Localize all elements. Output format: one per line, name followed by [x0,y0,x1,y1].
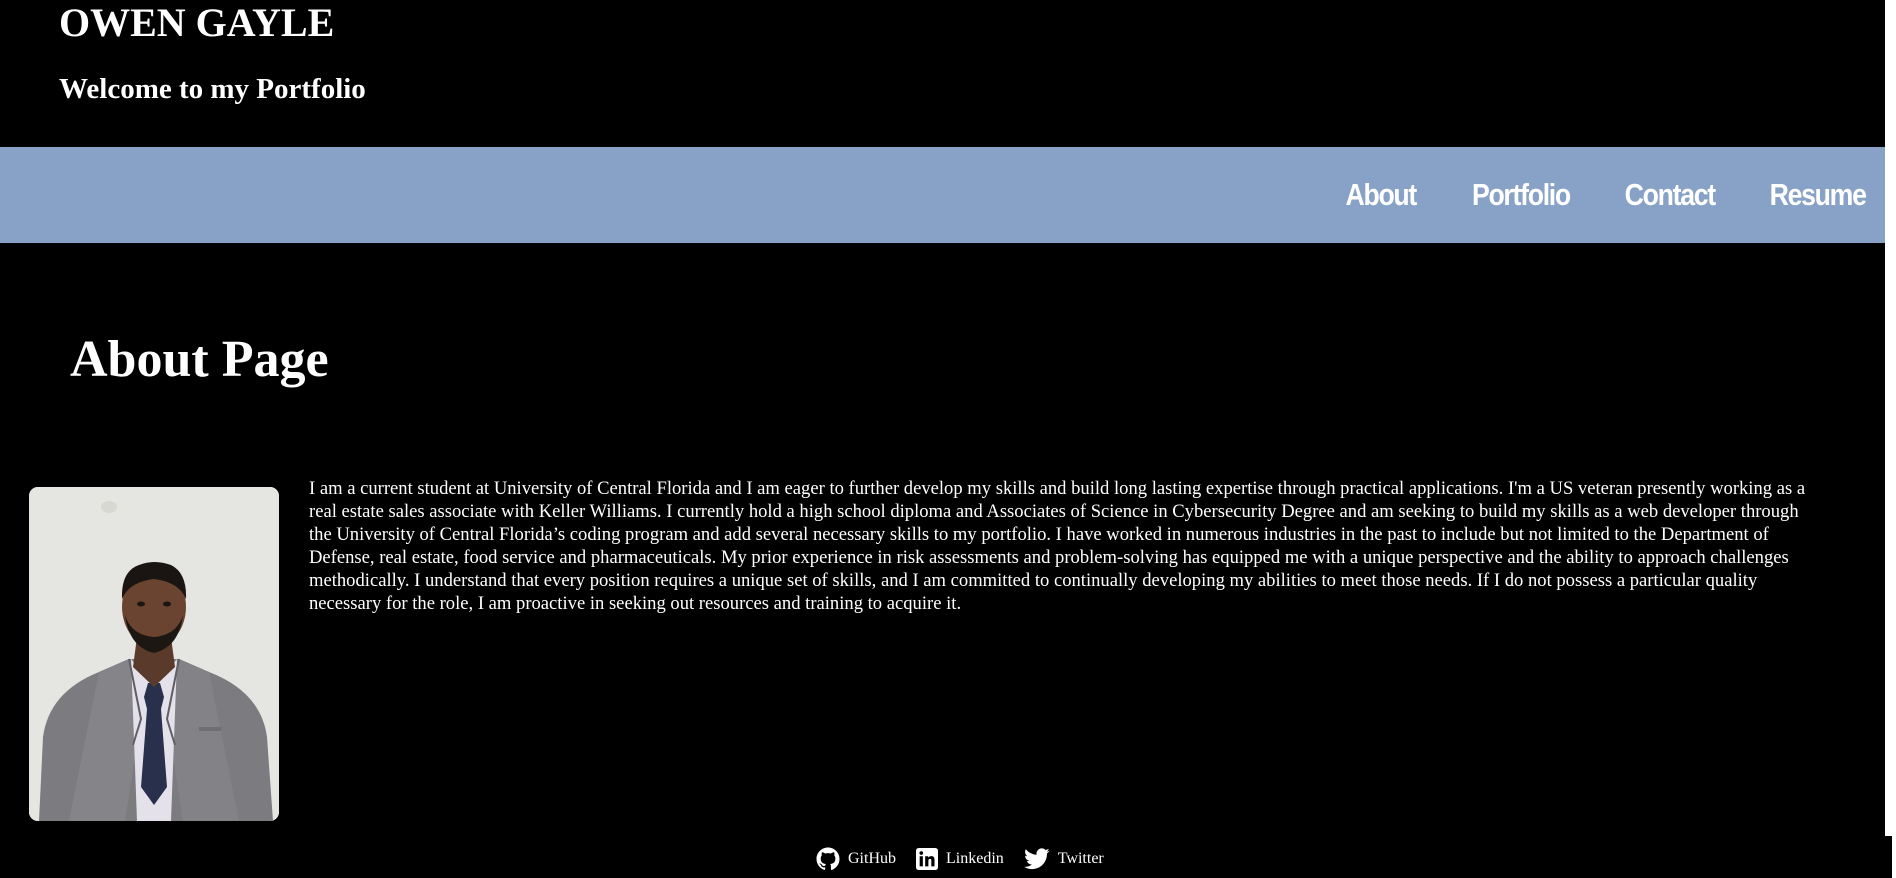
nav-link-resume[interactable]: Resume [1770,177,1867,213]
linkedin-icon [916,848,938,870]
nav-links: About Portfolio Contact Resume [1334,147,1867,243]
twitter-label: Twitter [1057,850,1104,867]
nav-link-about[interactable]: About [1345,177,1417,213]
page-heading: About Page [70,331,329,388]
about-text: I am a current student at University of … [309,478,1806,614]
twitter-icon [1023,848,1050,870]
github-icon [816,847,840,871]
nav-link-contact[interactable]: Contact [1624,177,1715,213]
footer: GitHub Linkedin Twitter [816,845,1104,873]
nav-bar: About Portfolio Contact Resume [0,147,1885,243]
github-link[interactable]: GitHub [816,847,896,871]
profile-photo-illustration [29,487,279,821]
github-label: GitHub [848,850,896,867]
twitter-link[interactable]: Twitter [1023,848,1104,870]
nav-link-portfolio[interactable]: Portfolio [1472,177,1571,213]
window-edge [1885,0,1896,836]
window-edge-bottom [1892,836,1896,878]
linkedin-label: Linkedin [946,850,1004,867]
site-title: OWEN GAYLE [59,0,335,45]
profile-photo [29,487,279,821]
linkedin-link[interactable]: Linkedin [916,848,1004,870]
site-subtitle: Welcome to my Portfolio [59,73,366,105]
